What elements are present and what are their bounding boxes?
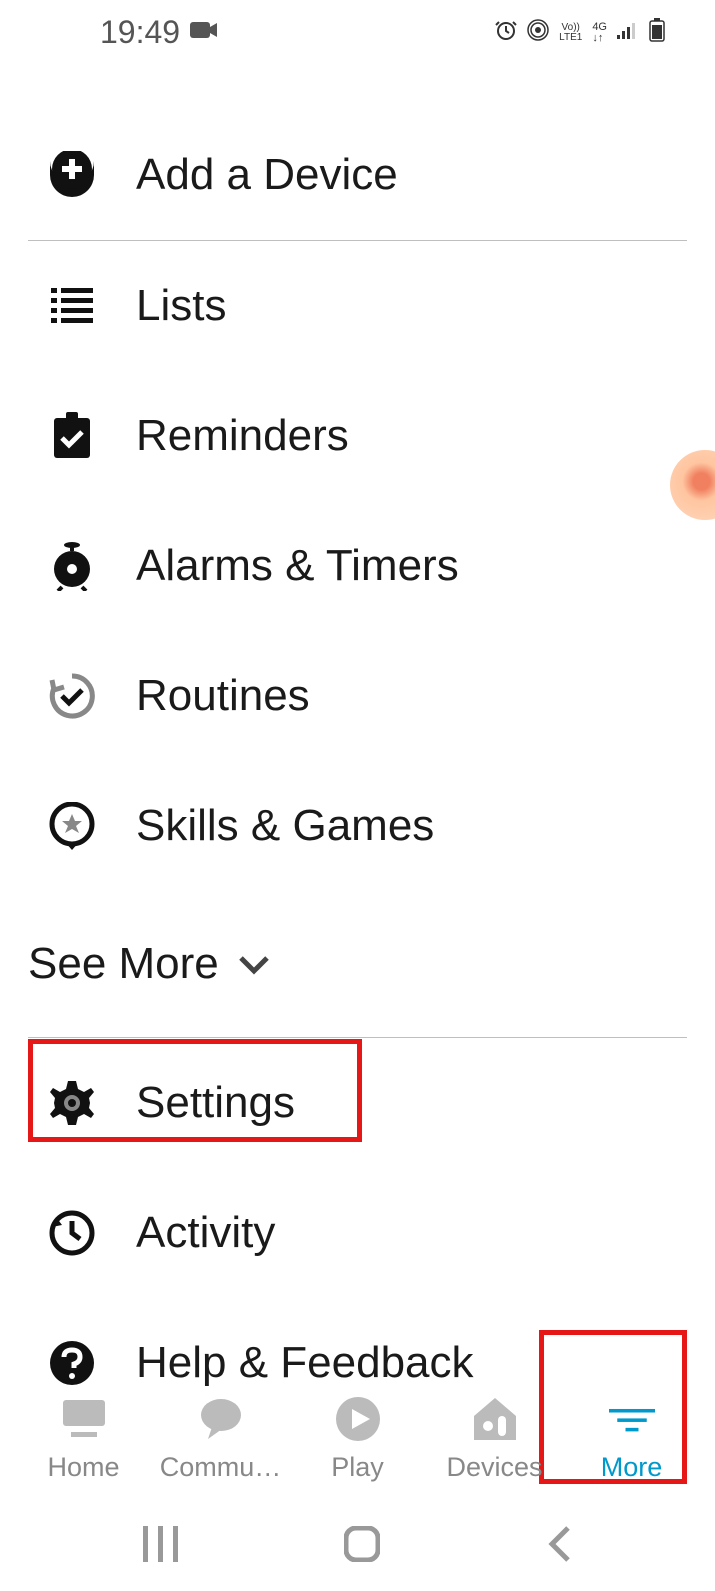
menu-item-reminders[interactable]: Reminders: [28, 371, 687, 501]
chevron-down-icon: [237, 954, 271, 981]
nav-devices[interactable]: Devices: [426, 1396, 563, 1483]
devices-icon: [472, 1396, 518, 1442]
home-button[interactable]: [344, 1526, 380, 1567]
routines-icon: [48, 672, 96, 720]
menu-label: Help & Feedback: [136, 1338, 474, 1388]
hotspot-icon: [527, 19, 549, 46]
see-more-toggle[interactable]: See More: [28, 891, 687, 1037]
menu-label: Reminders: [136, 411, 349, 461]
nav-communicate[interactable]: Commu…: [152, 1396, 289, 1483]
menu-item-lists[interactable]: Lists: [28, 241, 687, 371]
bottom-nav: Home Commu… Play Devices More: [0, 1396, 715, 1483]
settings-icon: [48, 1079, 96, 1127]
nav-label: Play: [331, 1452, 384, 1483]
battery-icon: [649, 18, 665, 47]
menu-label: Skills & Games: [136, 801, 434, 851]
play-icon: [335, 1396, 381, 1442]
network-text: 4G↓↑: [592, 22, 607, 44]
signal-icon: [617, 21, 639, 44]
home-icon: [61, 1396, 107, 1442]
menu-item-settings[interactable]: Settings: [28, 1038, 687, 1168]
status-time: 19:49: [100, 14, 180, 51]
see-more-label: See More: [28, 939, 219, 989]
status-left: 19:49: [100, 14, 218, 51]
nav-more[interactable]: More: [563, 1396, 700, 1483]
menu-content: Add a Device Lists Reminders Alarms & Ti…: [0, 65, 715, 1428]
skills-icon: [48, 802, 96, 850]
activity-icon: [48, 1209, 96, 1257]
menu-label: Add a Device: [136, 150, 398, 200]
menu-item-alarms[interactable]: Alarms & Timers: [28, 501, 687, 631]
communicate-icon: [198, 1396, 244, 1442]
menu-item-routines[interactable]: Routines: [28, 631, 687, 761]
menu-label: Activity: [136, 1208, 275, 1258]
nav-label: Home: [47, 1452, 119, 1483]
menu-item-activity[interactable]: Activity: [28, 1168, 687, 1298]
more-icon: [609, 1396, 655, 1442]
alarms-icon: [48, 542, 96, 590]
menu-label: Alarms & Timers: [136, 541, 459, 591]
menu-label: Settings: [136, 1078, 295, 1128]
menu-label: Lists: [136, 281, 226, 331]
list-icon: [48, 282, 96, 330]
menu-item-add-device[interactable]: Add a Device: [28, 110, 687, 240]
system-nav: [0, 1501, 715, 1591]
nav-home[interactable]: Home: [15, 1396, 152, 1483]
add-device-icon: [48, 151, 96, 199]
nav-label: Commu…: [160, 1452, 282, 1483]
recents-button[interactable]: [143, 1526, 179, 1567]
nav-play[interactable]: Play: [289, 1396, 426, 1483]
status-bar: 19:49 Vo))LTE1 4G↓↑: [0, 0, 715, 65]
back-button[interactable]: [546, 1524, 572, 1569]
menu-label: Routines: [136, 671, 310, 721]
help-icon: [48, 1339, 96, 1387]
camera-icon: [190, 20, 218, 45]
nav-label: Devices: [446, 1452, 542, 1483]
menu-item-skills[interactable]: Skills & Games: [28, 761, 687, 891]
reminders-icon: [48, 412, 96, 460]
alarm-icon: [495, 19, 517, 46]
volte-text: Vo))LTE1: [559, 23, 582, 43]
nav-label: More: [601, 1452, 663, 1483]
status-right: Vo))LTE1 4G↓↑: [495, 18, 665, 47]
